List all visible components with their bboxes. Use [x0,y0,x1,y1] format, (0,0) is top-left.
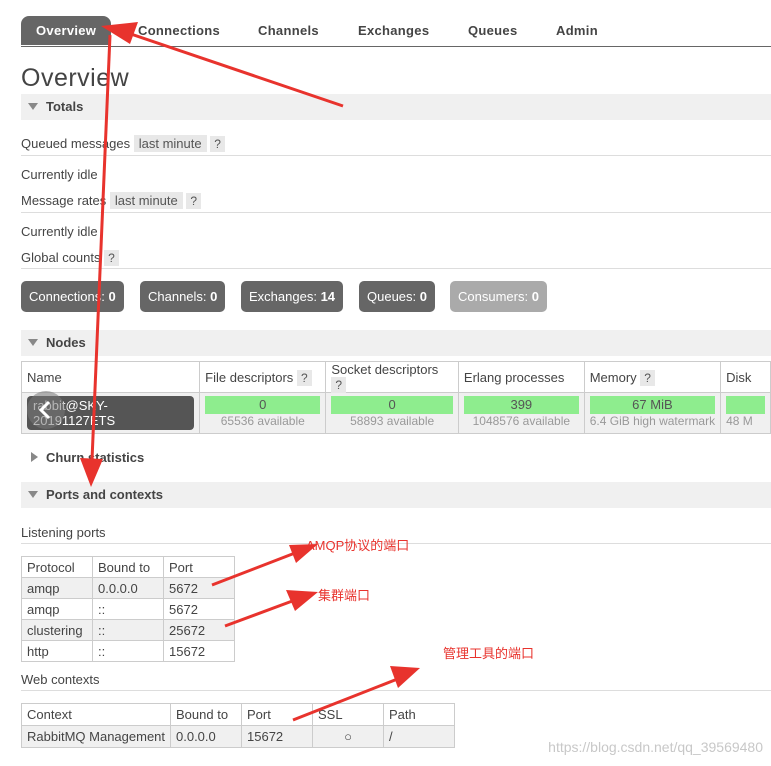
annotation-arrowhead [390,666,420,688]
annotation-arrow-line [292,676,401,722]
annotation-mgmt-port: 管理工具的端口 [443,646,535,661]
watermark: https://blog.csdn.net/qq_39569480 [548,739,763,755]
annotation-overlay [80,22,420,722]
annotation-arrow-line [124,30,344,108]
annotation-cluster-port: 集群端口 [318,588,371,603]
annotation-arrowhead [80,458,103,487]
annotation-amqp-port: AMQP协议的端口 [306,538,410,553]
annotation-arrow-line [90,34,112,461]
annotation-arrow-line [224,598,296,628]
annotation-arrowhead [101,22,138,44]
annotation-arrow-line [211,551,296,587]
annotation-arrowhead [286,590,318,611]
